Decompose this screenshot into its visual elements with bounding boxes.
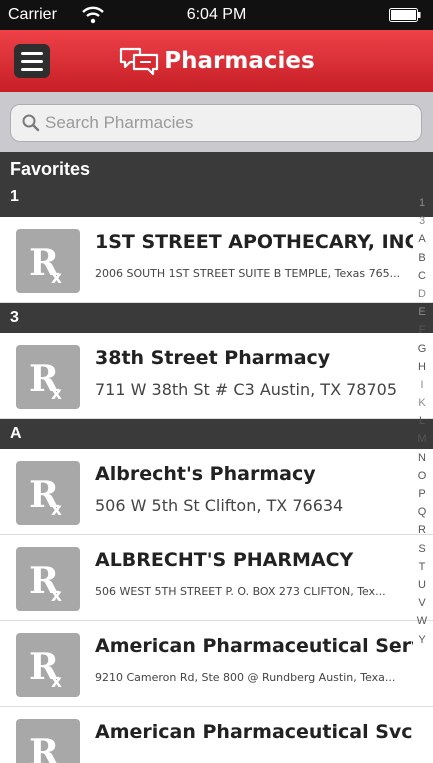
- svg-text:x: x: [51, 758, 62, 763]
- index-letter[interactable]: Y: [418, 631, 425, 649]
- pharmacy-address: 506 WEST 5TH STREET P. O. BOX 273 CLIFTO…: [95, 585, 386, 598]
- list-item[interactable]: Rx 1ST STREET APOTHECARY, INC 2006 SOUTH…: [0, 217, 433, 303]
- rx-icon: Rx: [16, 229, 80, 293]
- section-header: 3: [0, 303, 433, 333]
- search-icon: [22, 114, 40, 132]
- rx-icon: Rx: [16, 633, 80, 697]
- pharmacy-name: Albrecht's Pharmacy: [95, 463, 316, 485]
- svg-text:x: x: [51, 672, 62, 692]
- index-letter[interactable]: K: [418, 394, 425, 412]
- index-letter[interactable]: N: [418, 449, 426, 467]
- index-letter[interactable]: U: [418, 576, 426, 594]
- index-letter[interactable]: W: [417, 612, 427, 630]
- index-letter[interactable]: R: [418, 521, 426, 539]
- pharmacy-name: American Pharmaceutical Services, Inc: [95, 635, 413, 657]
- index-letter[interactable]: T: [419, 558, 426, 576]
- rx-icon: Rx: [16, 345, 80, 409]
- rx-icon: Rx: [16, 461, 80, 525]
- status-bar: Carrier 6:04 PM: [0, 0, 433, 30]
- index-letter[interactable]: V: [418, 594, 425, 612]
- pharmacy-name: ALBRECHT'S PHARMACY: [95, 549, 354, 571]
- index-letter[interactable]: S: [418, 540, 425, 558]
- index-letter[interactable]: O: [418, 467, 427, 485]
- pharmacy-address: 711 W 38th St # C3 Austin, TX 78705: [95, 380, 398, 399]
- index-letter[interactable]: E: [418, 303, 425, 321]
- battery-icon: [389, 8, 421, 22]
- list-item[interactable]: Rx ALBRECHT'S PHARMACY 506 WEST 5TH STRE…: [0, 535, 433, 621]
- list-item[interactable]: Rx American Pharmaceutical Services, Inc…: [0, 621, 433, 707]
- rx-icon: Rx: [16, 719, 80, 763]
- pharmacy-name: 38th Street Pharmacy: [95, 347, 331, 369]
- index-letter[interactable]: 3: [419, 212, 425, 230]
- chat-bubbles-icon: [120, 47, 159, 76]
- favorites-header: Favorites: [0, 152, 433, 184]
- index-letter[interactable]: H: [418, 358, 426, 376]
- index-letter[interactable]: M: [417, 430, 426, 448]
- index-letter[interactable]: I: [420, 376, 423, 394]
- svg-text:x: x: [51, 384, 62, 404]
- index-letter[interactable]: 1: [419, 194, 425, 212]
- index-letter[interactable]: P: [418, 485, 425, 503]
- pharmacy-list[interactable]: Favorites 1 Rx 1ST STREET APOTHECARY, IN…: [0, 152, 433, 763]
- index-letter[interactable]: G: [418, 340, 427, 358]
- nav-bar: Pharmacies: [0, 30, 433, 92]
- nav-title-group: Pharmacies: [0, 30, 433, 92]
- svg-text:x: x: [51, 586, 62, 606]
- menu-icon-bar: [21, 51, 43, 55]
- status-time: 6:04 PM: [186, 6, 247, 23]
- section-header: A: [0, 419, 433, 449]
- search-input[interactable]: [45, 110, 405, 136]
- section-header: 1: [0, 184, 433, 217]
- pharmacy-address: 9210 Cameron Rd, Ste 800 @ Rundberg Aust…: [95, 671, 396, 684]
- index-letter[interactable]: B: [418, 249, 425, 267]
- section-index-bar[interactable]: 1 3 A B C D E F G H I K L M N O P Q R S …: [411, 194, 433, 763]
- pharmacy-address: 506 W 5th St Clifton, TX 76634: [95, 496, 344, 515]
- svg-text:x: x: [51, 500, 62, 520]
- index-letter[interactable]: F: [419, 321, 426, 339]
- list-item[interactable]: Rx American Pharmaceutical Svc: [0, 707, 433, 763]
- menu-button[interactable]: [14, 44, 50, 78]
- index-letter[interactable]: A: [418, 230, 425, 248]
- pharmacy-name: 1ST STREET APOTHECARY, INC: [95, 231, 413, 253]
- pharmacy-address: 2006 SOUTH 1ST STREET SUITE B TEMPLE, Te…: [95, 267, 401, 280]
- svg-text:x: x: [51, 268, 62, 288]
- list-item[interactable]: Rx Albrecht's Pharmacy 506 W 5th St Clif…: [0, 449, 433, 535]
- menu-icon-bar: [21, 59, 43, 63]
- rx-icon: Rx: [16, 547, 80, 611]
- pharmacy-name: American Pharmaceutical Svc: [95, 721, 413, 743]
- index-letter[interactable]: Q: [418, 503, 427, 521]
- index-letter[interactable]: L: [419, 412, 425, 430]
- search-box[interactable]: [10, 104, 422, 142]
- index-letter[interactable]: D: [418, 285, 426, 303]
- index-letter[interactable]: C: [418, 267, 426, 285]
- list-item[interactable]: Rx 38th Street Pharmacy 711 W 38th St # …: [0, 333, 433, 419]
- menu-icon-bar: [21, 67, 43, 71]
- search-bar: [0, 92, 433, 152]
- page-title: Pharmacies: [164, 48, 315, 74]
